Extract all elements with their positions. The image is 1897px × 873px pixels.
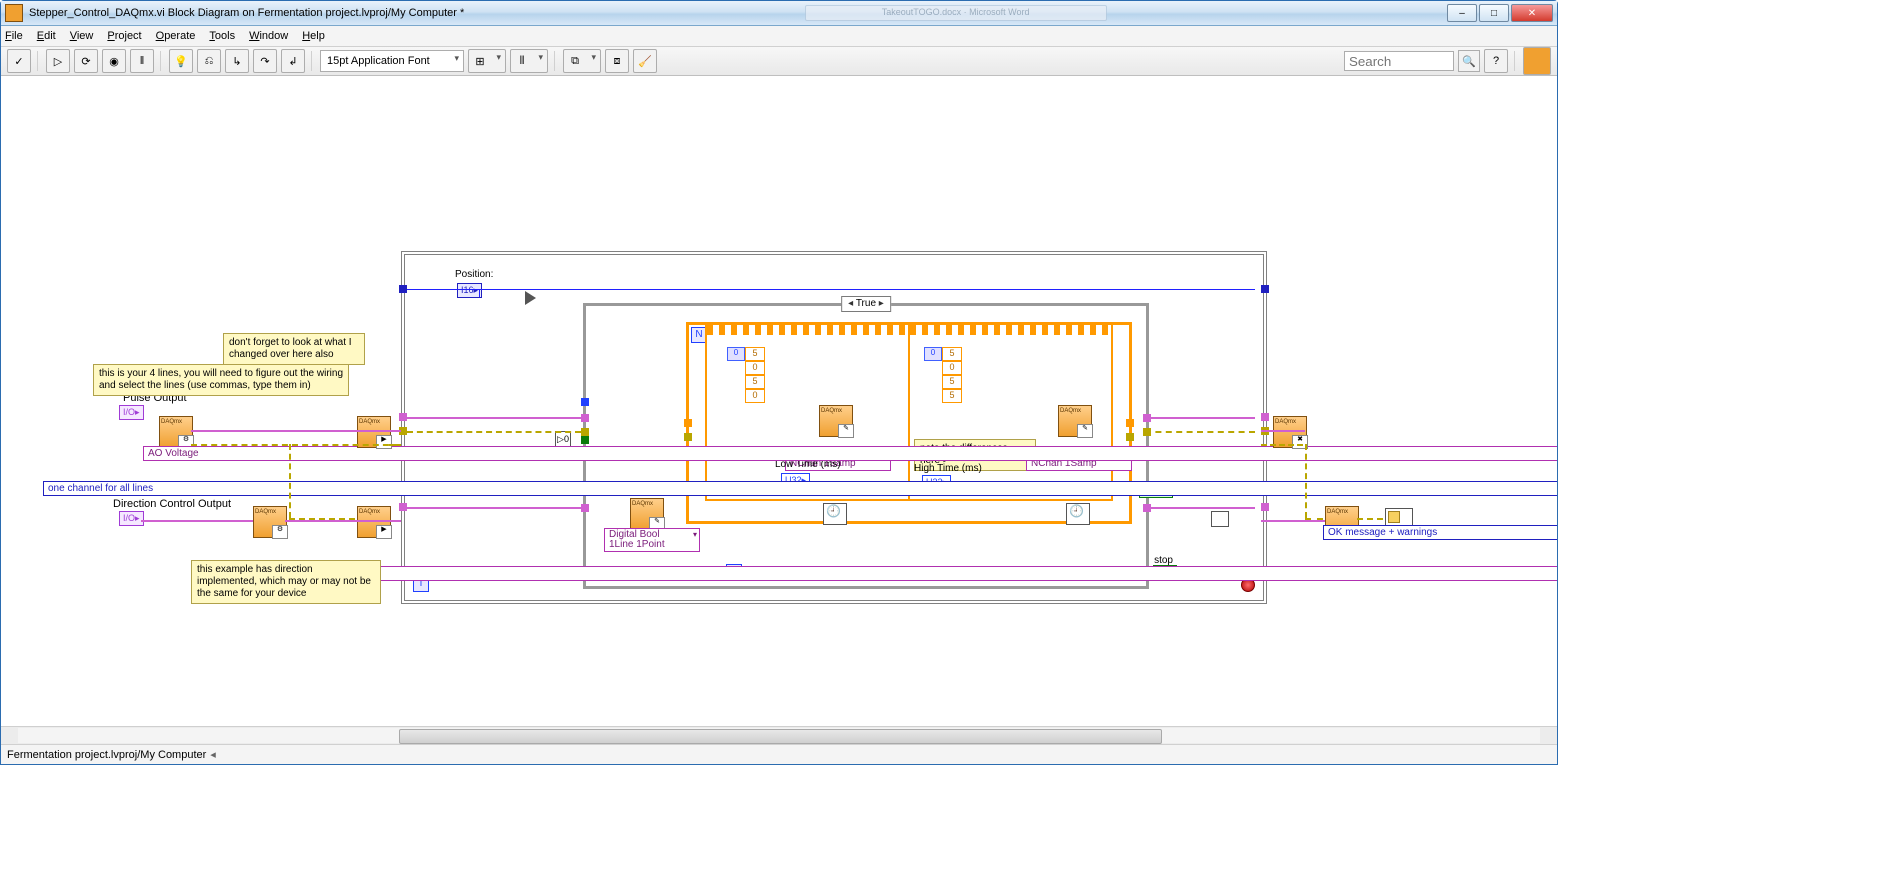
cleanup-button[interactable]: 🧹 — [633, 49, 657, 73]
case-err-in — [581, 428, 589, 436]
distribute-dd[interactable]: ⫴ — [510, 49, 548, 73]
menu-edit[interactable]: Edit — [37, 30, 56, 42]
while-loop[interactable]: i Position: I16▸ ▷0 I32 ◂ True ▸ — [401, 251, 1267, 604]
tunnel-pink-in2 — [399, 503, 407, 511]
window-title: Stepper_Control_DAQmx.vi Block Diagram o… — [29, 7, 464, 19]
menubar: File Edit View Project Operate Tools Win… — [1, 26, 1557, 47]
note-changed-here: don't forget to look at what I changed o… — [223, 333, 365, 365]
app-icon — [5, 4, 23, 22]
block-diagram-canvas[interactable]: i Position: I16▸ ▷0 I32 ◂ True ▸ — [1, 76, 1557, 726]
menu-window[interactable]: Window — [249, 30, 288, 42]
menu-tools[interactable]: Tools — [209, 30, 235, 42]
subtract-node — [525, 291, 536, 305]
toolbar: ✓ ▷ ⟳ ◉ ‖ 💡 ⎌ ↳ ↷ ↲ 15pt Application Fon… — [1, 47, 1557, 76]
one-channel-const[interactable]: one channel for all lines — [43, 481, 1557, 496]
menu-operate[interactable]: Operate — [156, 30, 196, 42]
menu-help[interactable]: Help — [302, 30, 325, 42]
minimize-button[interactable]: – — [1447, 4, 1477, 22]
retain-wire-button[interactable]: ⎌ — [197, 49, 221, 73]
daq-create-pulse[interactable]: ⚙ — [159, 416, 193, 448]
titlebar: Stepper_Control_DAQmx.vi Block Diagram o… — [1, 1, 1557, 26]
menu-file[interactable]: File — [5, 30, 23, 42]
tunnel-pink-in1 — [399, 413, 407, 421]
close-button[interactable]: ✕ — [1511, 4, 1553, 22]
step-over-button[interactable]: ↷ — [253, 49, 277, 73]
font-select[interactable]: 15pt Application Font — [320, 50, 464, 72]
for-tun-task-out — [1126, 419, 1134, 427]
daq-write-low[interactable]: ✎ — [819, 405, 853, 437]
for-tun-err-out — [1126, 433, 1134, 441]
direction-output-label: Direction Control Output — [113, 498, 231, 510]
search-icon[interactable]: 🔍 — [1458, 50, 1480, 72]
highlight-exec-button[interactable]: 💡 — [169, 49, 193, 73]
pause-button[interactable]: ‖ — [130, 49, 154, 73]
status-chevron-icon[interactable]: ◂ — [210, 748, 216, 761]
tunnel-pink-out1 — [1261, 413, 1269, 421]
align-dd[interactable]: ⊞ — [468, 49, 506, 73]
or-node — [1211, 511, 1229, 527]
help-button[interactable]: ? — [1484, 49, 1508, 73]
statusbar: Fermentation project.lvproj/My Computer … — [1, 744, 1557, 764]
position-label: Position: — [455, 269, 493, 280]
background-window-hint: TakeoutTOGO.docx · Microsoft Word — [805, 5, 1107, 21]
high-time-label: High Time (ms) — [914, 463, 982, 474]
wait-high — [1066, 503, 1090, 525]
abort-button[interactable]: ◉ — [102, 49, 126, 73]
case-n-tunnel — [581, 398, 589, 406]
menu-project[interactable]: Project — [107, 30, 141, 42]
search-input[interactable] — [1344, 51, 1454, 71]
case-task2-in — [581, 504, 589, 512]
vi-icon[interactable] — [1523, 47, 1551, 75]
daq-start-direction[interactable]: ▶ — [357, 506, 391, 538]
flat-sequence[interactable]: 0 5 0 5 0 ✎ Analog 1D DBL NChan 1Sam — [705, 323, 1113, 501]
horizontal-scrollbar[interactable] — [1, 726, 1557, 744]
case-selector-tunnel — [581, 436, 589, 444]
daq-create-pulse-poly[interactable]: AO Voltage — [143, 446, 1557, 461]
for-tun-err — [684, 433, 692, 441]
array-const-high[interactable]: 0 5 0 5 5 — [924, 347, 962, 403]
note-direction-impl: this example has direction implemented, … — [191, 560, 381, 604]
note-four-lines: this is your 4 lines, you will need to f… — [93, 364, 349, 396]
daq-create-direction[interactable]: ⚙ — [253, 506, 287, 538]
step-into-button[interactable]: ↳ — [225, 49, 249, 73]
daq-write-direction-poly[interactable]: Digital Bool 1Line 1Point — [604, 528, 700, 552]
maximize-button[interactable]: □ — [1479, 4, 1509, 22]
broken-run-button[interactable]: ✓ — [7, 49, 31, 73]
shift-register-left — [399, 285, 407, 293]
status-path: Fermentation project.lvproj/My Computer — [7, 749, 206, 761]
daq-write-direction[interactable]: ✎ — [630, 498, 664, 530]
run-cont-button[interactable]: ⟳ — [74, 49, 98, 73]
menu-view[interactable]: View — [70, 30, 94, 42]
daq-write-high[interactable]: ✎ — [1058, 405, 1092, 437]
wait-low — [823, 503, 847, 525]
direction-output-terminal[interactable]: I/O▸ — [119, 511, 144, 526]
run-button[interactable]: ▷ — [46, 49, 70, 73]
case-task1-in — [581, 414, 589, 422]
tunnel-pink-out2 — [1261, 503, 1269, 511]
daq-create-direction-poly[interactable]: AO Voltage — [237, 566, 1557, 581]
scrollbar-thumb[interactable] — [399, 729, 1162, 744]
array-const-low[interactable]: 0 5 0 5 0 — [727, 347, 765, 403]
reorder-button[interactable]: ⧈ — [605, 49, 629, 73]
resize-dd[interactable]: ⧉ — [563, 49, 601, 73]
for-tun-task — [684, 419, 692, 427]
pulse-output-terminal[interactable]: I/O▸ — [119, 405, 144, 420]
case-selector[interactable]: ◂ True ▸ — [841, 296, 891, 312]
step-out-button[interactable]: ↲ — [281, 49, 305, 73]
error-mode-const[interactable]: OK message + warnings — [1323, 525, 1557, 540]
greater-zero-node: ▷0 — [555, 431, 571, 447]
shift-register-right — [1261, 285, 1269, 293]
